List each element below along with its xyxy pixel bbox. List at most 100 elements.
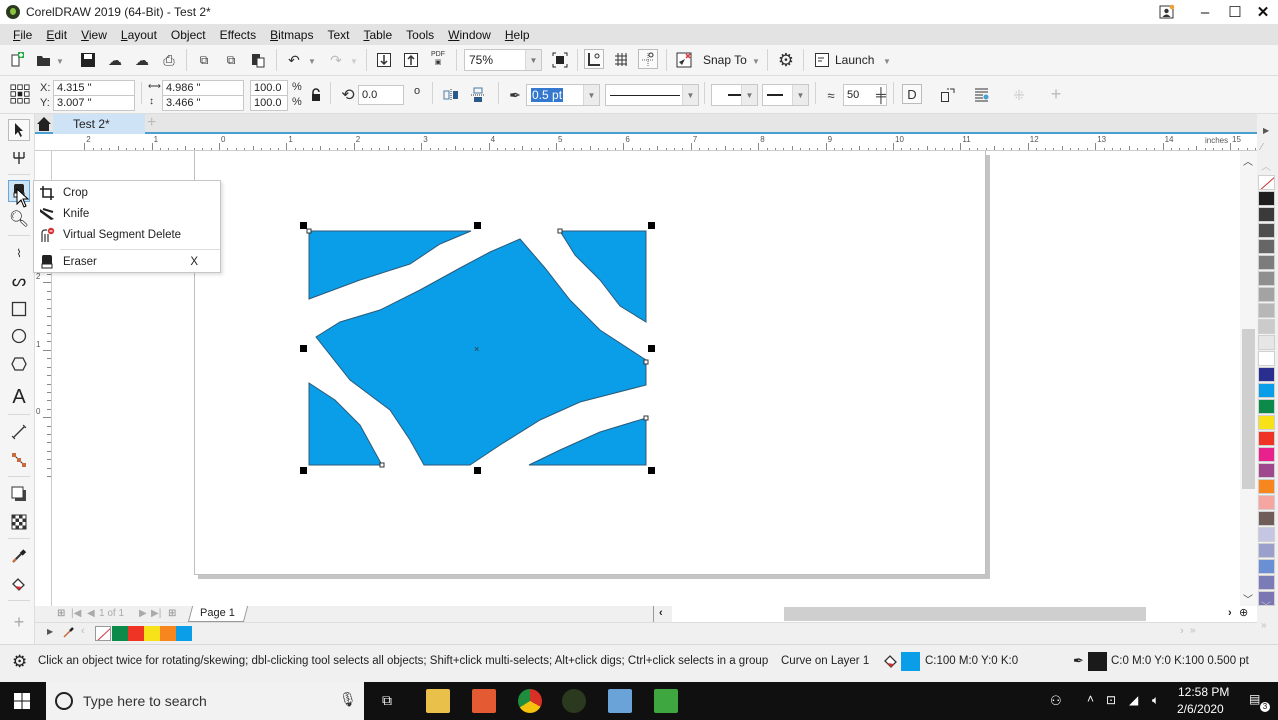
pick-tool-icon[interactable]	[8, 119, 30, 141]
export-icon[interactable]	[401, 50, 421, 70]
menu-window[interactable]: Window	[441, 28, 498, 42]
show-hidden-icons[interactable]: ˄	[1087, 692, 1094, 706]
palette-swatch[interactable]	[1258, 415, 1275, 430]
palette-swatch[interactable]	[1258, 351, 1275, 366]
menu-help[interactable]: Help	[498, 28, 537, 42]
coreldraw-taskbar-icon[interactable]	[562, 689, 586, 713]
wifi-icon[interactable]: ◢	[1129, 693, 1138, 707]
palette-swatch[interactable]	[1258, 319, 1275, 334]
curve-node[interactable]	[557, 228, 563, 234]
palette-swatch[interactable]	[1258, 383, 1275, 398]
wrap-text-icon[interactable]	[938, 85, 958, 105]
horizontal-scroll-track[interactable]	[672, 606, 1262, 622]
launch-app-icon[interactable]	[812, 50, 832, 70]
account-icon[interactable]	[1154, 2, 1180, 22]
palette-swatch[interactable]	[1258, 479, 1275, 494]
palette-expand-icon[interactable]: ▶	[47, 627, 53, 636]
redo-dropdown-icon[interactable]: ▼	[350, 57, 358, 66]
power-icon[interactable]: ⊡	[1106, 693, 1116, 707]
vertical-scrollbar[interactable]: ︿ ﹀	[1240, 151, 1257, 606]
publish-pdf-icon[interactable]: PDF ▣	[428, 49, 448, 69]
selection-handle[interactable]	[300, 467, 307, 474]
palette-scroll-down-icon[interactable]: ﹀	[1261, 598, 1271, 613]
palette-expand-more-icon[interactable]: »	[1190, 625, 1196, 636]
end-arrowhead-dropdown[interactable]: ▼	[762, 84, 809, 106]
palette-swatch[interactable]	[1258, 559, 1275, 574]
scroll-left-icon[interactable]: ‹	[659, 607, 663, 619]
copy-icon[interactable]: ⧉	[221, 50, 241, 70]
action-center-icon[interactable]: ▤	[1249, 692, 1260, 706]
scale-y-field[interactable]: 100.0	[250, 95, 288, 111]
menu-tools[interactable]: Tools	[399, 28, 441, 42]
palette-scroll-up-icon[interactable]: ︿	[1261, 158, 1271, 173]
clock-date[interactable]: 2/6/2020	[1177, 702, 1224, 716]
palette-swatch[interactable]	[1258, 207, 1275, 222]
palette-swatch[interactable]	[1258, 303, 1275, 318]
start-arrowhead-dropdown[interactable]: ▼	[711, 84, 758, 106]
curve-node[interactable]	[643, 359, 649, 365]
zoom-navigator-icon[interactable]: ⊕	[1239, 606, 1248, 619]
palette-eyedropper-icon[interactable]: ⁄	[1261, 142, 1263, 153]
selection-handle[interactable]	[300, 345, 307, 352]
no-color-swatch[interactable]	[95, 626, 111, 641]
show-rulers-icon[interactable]	[584, 49, 604, 69]
mirror-vertical-icon[interactable]	[468, 85, 488, 105]
add-toolbar-item-icon[interactable]: +	[1046, 84, 1066, 104]
snap-nodes-icon[interactable]: ⁜	[1009, 85, 1029, 105]
curve-node[interactable]	[306, 228, 312, 234]
cloud-download-icon[interactable]: ☁	[105, 50, 125, 70]
selection-handle[interactable]	[648, 467, 655, 474]
drawing-canvas[interactable]: ×	[52, 151, 1240, 606]
scroll-right-icon[interactable]: ›	[1228, 607, 1232, 619]
app-taskbar-icon[interactable]	[608, 689, 632, 713]
flyout-item-eraser[interactable]: Eraser X	[34, 252, 220, 272]
lock-ratio-icon[interactable]	[306, 85, 326, 105]
paste-icon[interactable]	[248, 50, 268, 70]
next-page-icon[interactable]: ▶	[139, 608, 147, 619]
open-dropdown-icon[interactable]: ▼	[56, 57, 64, 66]
print-icon[interactable]: ⎙	[159, 50, 179, 70]
document-tab[interactable]: Test 2*	[53, 114, 145, 134]
document-palette-swatch[interactable]	[176, 626, 192, 641]
palette-swatch[interactable]	[1258, 255, 1275, 270]
document-palette-swatch[interactable]	[144, 626, 160, 641]
scroll-down-icon[interactable]: ﹀	[1243, 591, 1253, 606]
previous-page-icon[interactable]: ◀	[87, 608, 95, 619]
camtasia-icon[interactable]	[472, 689, 496, 713]
selection-handle[interactable]	[474, 222, 481, 229]
flyout-item-crop[interactable]: Crop	[34, 183, 220, 203]
fill-color-swatch[interactable]	[901, 652, 920, 671]
welcome-screen-home-icon[interactable]	[36, 116, 52, 135]
palette-swatch[interactable]	[1258, 223, 1275, 238]
curve-node[interactable]	[379, 462, 385, 468]
palette-swatch[interactable]	[1258, 463, 1275, 478]
undo-icon[interactable]: ↶	[284, 50, 304, 70]
drop-shadow-tool-icon[interactable]	[8, 483, 30, 505]
palette-swatch[interactable]	[1258, 271, 1275, 286]
palette-swatch[interactable]	[1258, 239, 1275, 254]
y-position-field[interactable]: 3.007 "	[53, 95, 135, 111]
selection-handle[interactable]	[648, 345, 655, 352]
smoothing-slider-icon[interactable]: ╪	[871, 85, 891, 105]
menu-edit[interactable]: Edit	[39, 28, 74, 42]
rectangle-tool-icon[interactable]	[8, 298, 30, 320]
object-origin-icon[interactable]	[10, 84, 30, 104]
horizontal-scroll-thumb[interactable]	[784, 607, 1146, 621]
shape-bottom-right[interactable]	[528, 417, 647, 466]
palette-scroll-right-icon[interactable]: ›	[1180, 625, 1184, 637]
clock-time[interactable]: 12:58 PM	[1178, 685, 1229, 699]
save-icon[interactable]	[78, 50, 98, 70]
last-page-icon[interactable]: ▶|	[151, 608, 161, 619]
document-palette-swatch[interactable]	[160, 626, 176, 641]
add-page-before-icon[interactable]: ⊞	[57, 608, 65, 619]
interactive-fill-tool-icon[interactable]	[8, 573, 30, 595]
flyout-item-knife[interactable]: Knife	[34, 204, 220, 224]
open-folder-icon[interactable]	[34, 50, 54, 70]
parallel-dimension-tool-icon[interactable]	[8, 421, 30, 443]
first-page-icon[interactable]: |◀	[71, 608, 81, 619]
menu-object[interactable]: Object	[164, 28, 213, 42]
menu-view[interactable]: View	[74, 28, 114, 42]
new-document-icon[interactable]	[8, 50, 28, 70]
volume-icon[interactable]: 🔈︎	[1152, 693, 1159, 708]
object-width-field[interactable]: 4.986 "	[162, 80, 244, 96]
